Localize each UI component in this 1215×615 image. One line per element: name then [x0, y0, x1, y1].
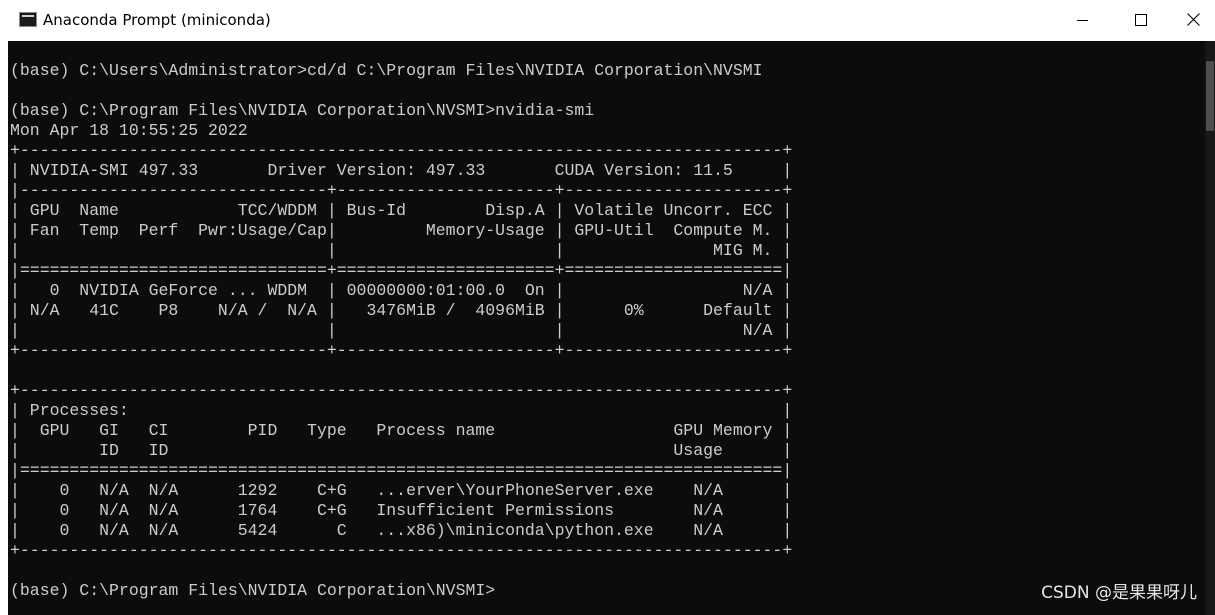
console-line: | Processes: |: [10, 401, 793, 420]
console-line: | | | N/A |: [10, 321, 793, 340]
console-line: Mon Apr 18 10:55:25 2022: [10, 121, 248, 140]
console-text: (base) C:\Users\Administrator>cd/d C:\Pr…: [10, 61, 792, 601]
console-line: | GPU Name TCC/WDDM | Bus-Id Disp.A | Vo…: [10, 201, 793, 220]
console-line: (base) C:\Program Files\NVIDIA Corporati…: [10, 581, 496, 600]
console-line: (base) C:\Program Files\NVIDIA Corporati…: [10, 101, 595, 120]
minimize-button[interactable]: [1053, 0, 1111, 41]
console-line: |=======================================…: [10, 461, 793, 480]
console-line: | GPU GI CI PID Type Process name GPU Me…: [10, 421, 793, 440]
window-title: Anaconda Prompt (miniconda): [43, 11, 271, 29]
console-line: +---------------------------------------…: [10, 541, 793, 560]
minimize-icon: [1077, 20, 1088, 21]
console-window: Anaconda Prompt (miniconda) (base) C:\Us…: [0, 0, 1215, 615]
console-line: | 0 NVIDIA GeForce ... WDDM | 00000000:0…: [10, 281, 793, 300]
title-bar[interactable]: Anaconda Prompt (miniconda): [8, 0, 1215, 41]
console-line: | 0 N/A N/A 1764 C+G Insufficient Permis…: [10, 501, 793, 520]
console-line: | Fan Temp Perf Pwr:Usage/Cap| Memory-Us…: [10, 221, 793, 240]
scrollbar-thumb[interactable]: [1206, 61, 1214, 131]
console-line: |===============================+=======…: [10, 261, 793, 280]
console-line: +---------------------------------------…: [10, 381, 793, 400]
console-line: | N/A 41C P8 N/A / N/A | 3476MiB / 4096M…: [10, 301, 793, 320]
console-line: | NVIDIA-SMI 497.33 Driver Version: 497.…: [10, 161, 793, 180]
maximize-icon: [1135, 14, 1147, 26]
console-line: +-------------------------------+-------…: [10, 341, 793, 360]
console-line: |-------------------------------+-------…: [10, 181, 793, 200]
console-line: | | | MIG M. |: [10, 241, 793, 260]
console-line: | 0 N/A N/A 5424 C ...x86)\miniconda\pyt…: [10, 521, 793, 540]
close-icon: [1187, 13, 1200, 26]
console-line: (base) C:\Users\Administrator>cd/d C:\Pr…: [10, 61, 763, 80]
watermark: CSDN @是果果呀儿: [1041, 583, 1197, 603]
console-output-area[interactable]: (base) C:\Users\Administrator>cd/d C:\Pr…: [8, 41, 1205, 615]
desktop-background: [0, 0, 8, 615]
console-line: +---------------------------------------…: [10, 141, 793, 160]
close-button[interactable]: [1169, 0, 1215, 41]
console-icon: [19, 12, 37, 27]
vertical-scrollbar[interactable]: [1205, 41, 1215, 615]
console-line: | 0 N/A N/A 1292 C+G ...erver\YourPhoneS…: [10, 481, 793, 500]
maximize-button[interactable]: [1111, 0, 1169, 41]
console-line: | ID ID Usage |: [10, 441, 793, 460]
